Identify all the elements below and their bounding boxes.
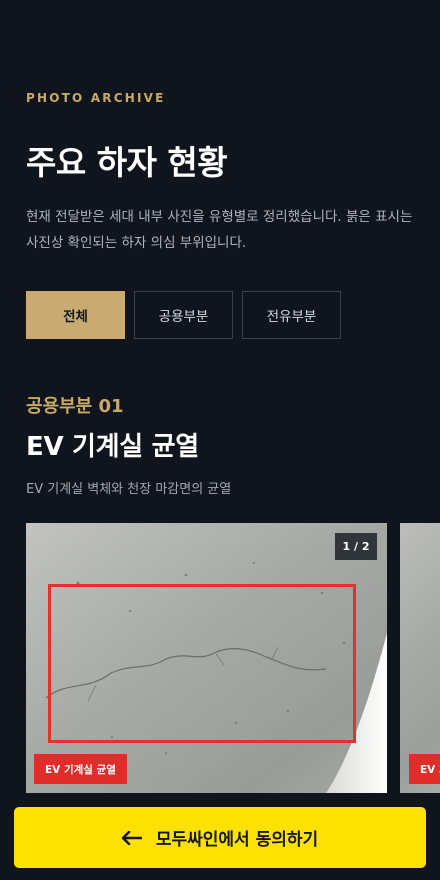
arrow-left-icon xyxy=(121,830,142,845)
photo-counter: 1 / 2 xyxy=(335,533,377,560)
eyebrow-label: PHOTO ARCHIVE xyxy=(26,91,166,105)
filter-common-button[interactable]: 공용부분 xyxy=(134,291,233,339)
section-number: 공용부분 01 xyxy=(26,396,124,417)
defect-highlight-box xyxy=(48,584,356,743)
agree-button[interactable]: 모두싸인에서 동의하기 xyxy=(14,807,426,868)
page-description: 현재 전달받은 세대 내부 사진을 유형별로 정리했습니다. 붉은 표시는 사진… xyxy=(26,209,413,251)
page-title: 주요 하자 현황 xyxy=(26,143,228,182)
filter-private-button[interactable]: 전유부분 xyxy=(242,291,341,339)
filter-all-button[interactable]: 전체 xyxy=(26,291,125,339)
defect-tag-next: EV 기 xyxy=(409,754,440,784)
filter-tabs: 전체 공용부분 전유부분 xyxy=(26,291,341,339)
section-title: EV 기계실 균열 xyxy=(26,432,199,462)
photo-card-next[interactable]: EV 기 xyxy=(400,523,440,793)
agree-button-label: 모두싸인에서 동의하기 xyxy=(155,830,319,850)
defect-tag: EV 기계실 균열 xyxy=(34,754,127,784)
section-description: EV 기계실 벽체와 천장 마감면의 균열 xyxy=(26,482,232,497)
photo-card[interactable]: 1 / 2 EV 기계실 균열 xyxy=(26,523,387,793)
